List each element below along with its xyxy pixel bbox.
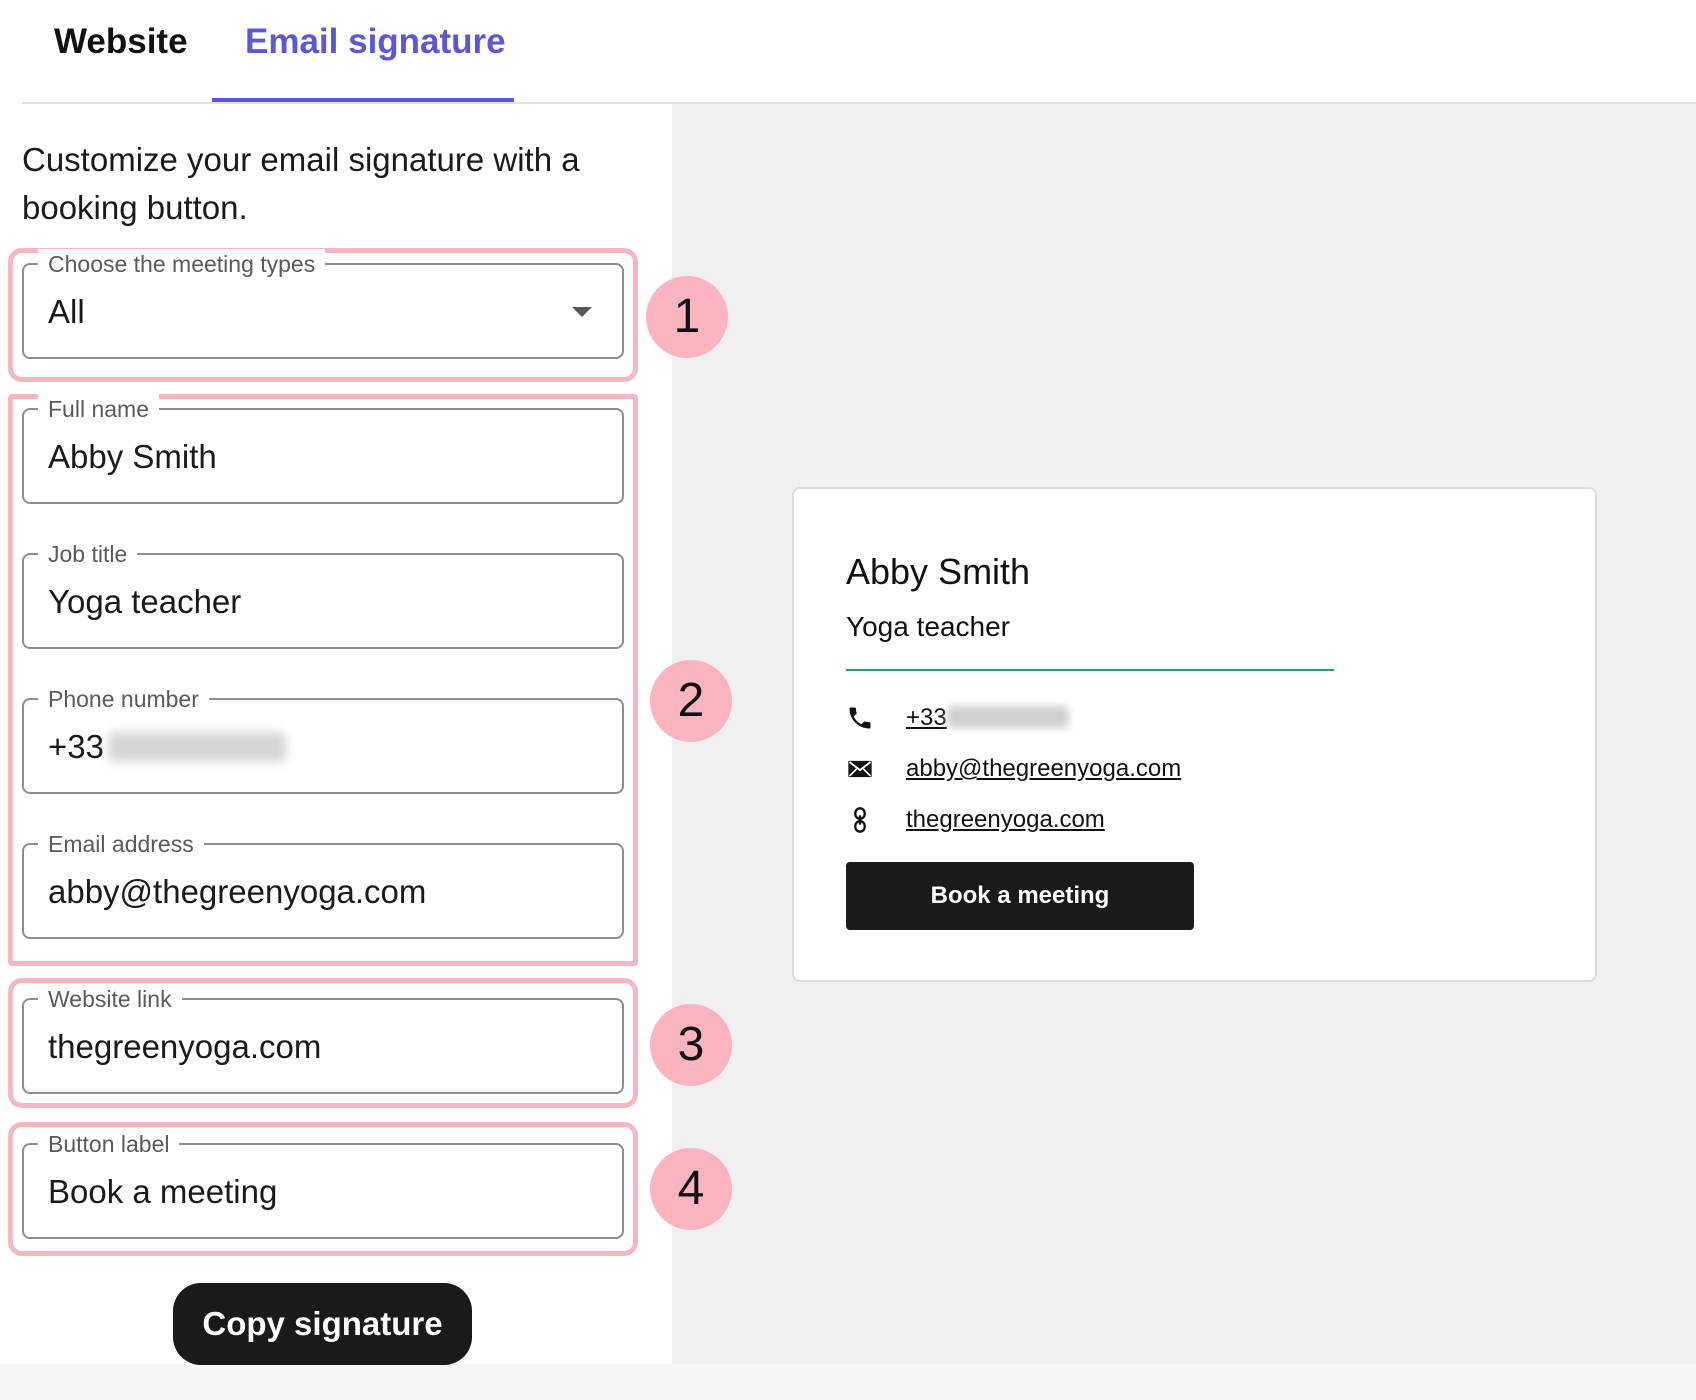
phone-number-label: Phone number [38, 684, 209, 714]
signature-preview-card: Abby Smith Yoga teacher +33 abby@thegree… [792, 487, 1597, 982]
signature-book-meeting-button[interactable]: Book a meeting [846, 862, 1194, 930]
phone-prefix: +33 [48, 728, 104, 765]
button-label-value: Book a meeting [48, 1173, 278, 1210]
job-title-label: Job title [38, 539, 138, 569]
meeting-types-select[interactable]: Choose the meeting types All [22, 249, 624, 359]
job-title-field[interactable]: Job title Yoga teacher [22, 539, 624, 649]
website-link-label: Website link [38, 984, 182, 1014]
full-name-value: Abby Smith [48, 438, 217, 475]
bottom-strip [0, 1364, 1696, 1400]
button-label-label: Button label [38, 1129, 180, 1159]
website-link-field[interactable]: Website link thegreenyoga.com [22, 984, 624, 1094]
envelope-icon [848, 760, 872, 778]
full-name-field[interactable]: Full name Abby Smith [22, 394, 624, 504]
step-badge-4: 4 [650, 1148, 732, 1230]
meeting-types-value: All [48, 293, 85, 330]
signature-website-link[interactable]: thegreenyoga.com [906, 806, 1105, 834]
step-badge-3: 3 [650, 1004, 732, 1086]
redacted-digits [107, 732, 286, 762]
phone-number-value: +33 [48, 727, 286, 767]
signature-divider [846, 669, 1334, 671]
chevron-down-icon[interactable] [572, 307, 592, 317]
button-label-field[interactable]: Button label Book a meeting [22, 1129, 624, 1239]
full-name-label: Full name [38, 394, 159, 424]
link-icon [854, 807, 866, 833]
tab-bar: Website Email signature [0, 0, 1696, 104]
job-title-value: Yoga teacher [48, 583, 242, 620]
step-badge-2: 2 [650, 660, 732, 742]
copy-signature-button[interactable]: Copy signature [173, 1283, 472, 1365]
tab-website[interactable]: Website [54, 22, 188, 62]
email-address-label: Email address [38, 829, 204, 859]
signature-phone-link[interactable]: +33 [906, 704, 1069, 732]
signature-phone-redacted [946, 706, 1069, 728]
signature-email-link[interactable]: abby@thegreenyoga.com [906, 755, 1181, 783]
phone-icon [849, 707, 871, 729]
email-address-field[interactable]: Email address abby@thegreenyoga.com [22, 829, 624, 939]
phone-number-field[interactable]: Phone number +33 [22, 684, 624, 794]
meeting-types-label: Choose the meeting types [38, 249, 326, 279]
website-link-value: thegreenyoga.com [48, 1028, 322, 1065]
step-badge-1: 1 [646, 276, 728, 358]
intro-text: Customize your email signature with a bo… [22, 141, 580, 226]
email-address-value: abby@thegreenyoga.com [48, 873, 427, 910]
signature-title: Yoga teacher [846, 611, 1010, 642]
tab-email-signature[interactable]: Email signature [245, 22, 506, 62]
signature-name: Abby Smith [846, 551, 1031, 592]
signature-phone-prefix: +33 [906, 704, 947, 731]
